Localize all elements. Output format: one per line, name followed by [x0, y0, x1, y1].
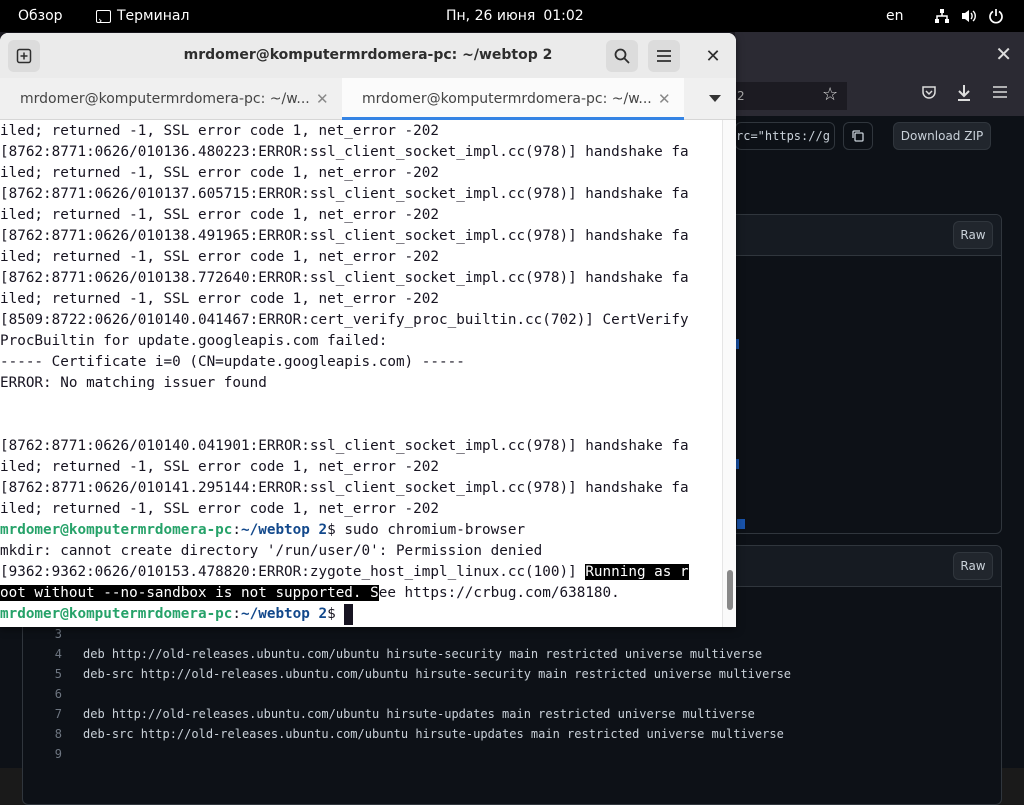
- power-icon: [988, 8, 1004, 24]
- close-icon[interactable]: ✕: [995, 42, 1012, 66]
- file-card: Raw: [722, 214, 1002, 534]
- bookmark-star-icon[interactable]: ☆: [822, 84, 838, 105]
- main-menu-button[interactable]: [648, 40, 680, 72]
- output-line: [9362:9362:0626/010153.478820:ERROR:zygo…: [0, 562, 722, 583]
- output-line: ERROR: No matching issuer found: [0, 375, 267, 391]
- selected-text-part: unning as r: [593, 564, 689, 580]
- code-line: 4 deb http://old-releases.ubuntu.com/ubun…: [54, 647, 763, 661]
- text-cursor: [344, 604, 353, 625]
- command-line: mrdomer@komputermrdomera-pc:~/webtop 2$ …: [0, 520, 722, 541]
- prompt-separator: :: [232, 606, 242, 622]
- terminal-tab[interactable]: mrdomer@komputermrdomera-pc: ~/w... ✕: [0, 78, 342, 120]
- terminal-output[interactable]: iled; returned -1, SSL error code 1, net…: [0, 120, 722, 627]
- code-line: 9: [54, 747, 62, 761]
- volume-icon: [960, 8, 978, 24]
- copy-icon: [852, 130, 864, 142]
- raw-button[interactable]: Raw: [953, 552, 993, 580]
- tab-label: mrdomer@komputermrdomera-pc: ~/w...: [20, 91, 310, 107]
- browser-toolbar: 2 ☆: [735, 76, 1024, 116]
- prompt-separator: :: [232, 522, 242, 538]
- code-line: 5 deb-src http://old-releases.ubuntu.com/…: [54, 667, 792, 681]
- pocket-icon[interactable]: [921, 84, 937, 105]
- chevron-down-icon: [709, 95, 721, 102]
- copy-button[interactable]: [843, 122, 873, 150]
- output-line: iled; returned -1, SSL error code 1, net…: [0, 123, 439, 139]
- output-line: ProcBuiltin for update.googleapis.com fa…: [0, 333, 388, 349]
- output-line: [8509:8722:0626/010140.041467:ERROR:cert…: [0, 312, 689, 328]
- prompt-path: ~/webtop 2: [241, 522, 328, 538]
- prompt-line: mrdomer@komputermrdomera-pc:~/webtop 2$: [0, 604, 722, 625]
- output-line: [8762:8771:0626/010138.491965:ERROR:ssl_…: [0, 228, 689, 244]
- browser-tabbar: ✕: [735, 32, 1024, 76]
- clock-button[interactable]: Пн, 26 июня 01:02: [446, 0, 584, 32]
- tab-list-dropdown[interactable]: [700, 78, 730, 120]
- output-line: iled; returned -1, SSL error code 1, net…: [0, 501, 439, 517]
- prompt-path: ~/webtop 2: [241, 606, 328, 622]
- output-line: ----- Certificate i=0 (CN=update.googlea…: [0, 354, 465, 370]
- output-line: [8762:8771:0626/010141.295144:ERROR:ssl_…: [0, 480, 689, 496]
- plus-square-icon: [16, 48, 32, 64]
- output-line: [8762:8771:0626/010140.041901:ERROR:ssl_…: [0, 438, 689, 454]
- tab-close-icon[interactable]: ✕: [316, 78, 329, 120]
- raw-button[interactable]: Raw: [953, 221, 993, 249]
- terminal-tabbar: mrdomer@komputermrdomera-pc: ~/w... ✕ mr…: [0, 78, 736, 120]
- system-tray[interactable]: [934, 0, 1004, 32]
- command-text: sudo chromium-browser: [344, 522, 526, 538]
- output-line: [8762:8771:0626/010136.480223:ERROR:ssl_…: [0, 144, 689, 160]
- github-file-toolbar: rc="https://g Download ZIP: [735, 116, 1024, 156]
- tab-close-icon[interactable]: ✕: [658, 78, 671, 120]
- code-line: 8 deb-src http://old-releases.ubuntu.com/…: [54, 727, 784, 741]
- output-text: ee https://crbug.com/638180.: [378, 585, 620, 601]
- search-button[interactable]: [606, 40, 638, 72]
- terminal-icon: [96, 5, 111, 37]
- prompt-user: mrdomer@komputermrdomera-pc: [0, 522, 233, 538]
- keyboard-layout-indicator[interactable]: en: [886, 0, 904, 32]
- close-icon: ✕: [705, 45, 721, 67]
- output-line: oot without --no-sandbox is not supporte…: [0, 583, 722, 604]
- search-icon: [614, 48, 630, 64]
- output-line: [8762:8771:0626/010138.772640:ERROR:ssl_…: [0, 270, 689, 286]
- prompt-dollar: $: [327, 606, 345, 622]
- code-line: 7 deb http://old-releases.ubuntu.com/ubun…: [54, 707, 755, 721]
- top-bar: Обзор Терминал Пн, 26 июня 01:02 en: [0, 0, 1024, 37]
- download-icon[interactable]: [956, 84, 972, 107]
- output-line: iled; returned -1, SSL error code 1, net…: [0, 459, 439, 475]
- prompt-dollar: $: [327, 522, 345, 538]
- hamburger-menu-icon: [657, 50, 671, 62]
- app-menu-button[interactable]: Терминал: [96, 0, 190, 37]
- app-name-label: Терминал: [117, 8, 190, 24]
- close-window-button[interactable]: ✕: [697, 40, 729, 72]
- clock-time: 01:02: [543, 8, 584, 24]
- terminal-headerbar: mrdomer@komputermrdomera-pc: ~/webtop 2 …: [0, 33, 736, 78]
- highlight-mark: [737, 519, 745, 529]
- output-line: iled; returned -1, SSL error code 1, net…: [0, 207, 439, 223]
- output-line: iled; returned -1, SSL error code 1, net…: [0, 165, 439, 181]
- hamburger-menu-icon[interactable]: [992, 84, 1008, 104]
- output-line: iled; returned -1, SSL error code 1, net…: [0, 291, 439, 307]
- selection-start-char: R: [585, 564, 594, 580]
- terminal-scrollbar[interactable]: [722, 120, 736, 627]
- embed-code-field[interactable]: rc="https://g: [735, 122, 835, 150]
- new-tab-button[interactable]: [8, 40, 40, 72]
- scrollbar-thumb[interactable]: [727, 570, 733, 610]
- selected-text: Running as r: [585, 564, 689, 580]
- terminal-window: mrdomer@komputermrdomera-pc: ~/webtop 2 …: [0, 33, 736, 627]
- file-card-header: Raw: [723, 215, 1001, 256]
- activities-button[interactable]: Обзор: [18, 0, 63, 32]
- output-line: iled; returned -1, SSL error code 1, net…: [0, 249, 439, 265]
- output-line: mkdir: cannot create directory '/run/use…: [0, 543, 543, 559]
- zygote-prefix: [9362:9362:0626/010153.478820:ERROR:zygo…: [0, 564, 586, 580]
- terminal-tab-active[interactable]: mrdomer@komputermrdomera-pc: ~/w... ✕: [342, 78, 684, 120]
- output-line: [8762:8771:0626/010137.605715:ERROR:ssl_…: [0, 186, 689, 202]
- tab-label: mrdomer@komputermrdomera-pc: ~/w...: [362, 91, 652, 107]
- code-line: 6: [54, 687, 62, 701]
- code-line: 3: [54, 627, 62, 641]
- clock-date: Пн, 26 июня: [446, 8, 536, 24]
- download-zip-button[interactable]: Download ZIP: [893, 122, 991, 150]
- selected-text: oot without --no-sandbox is not supporte…: [0, 585, 379, 601]
- prompt-user: mrdomer@komputermrdomera-pc: [0, 606, 233, 622]
- network-icon: [934, 8, 950, 24]
